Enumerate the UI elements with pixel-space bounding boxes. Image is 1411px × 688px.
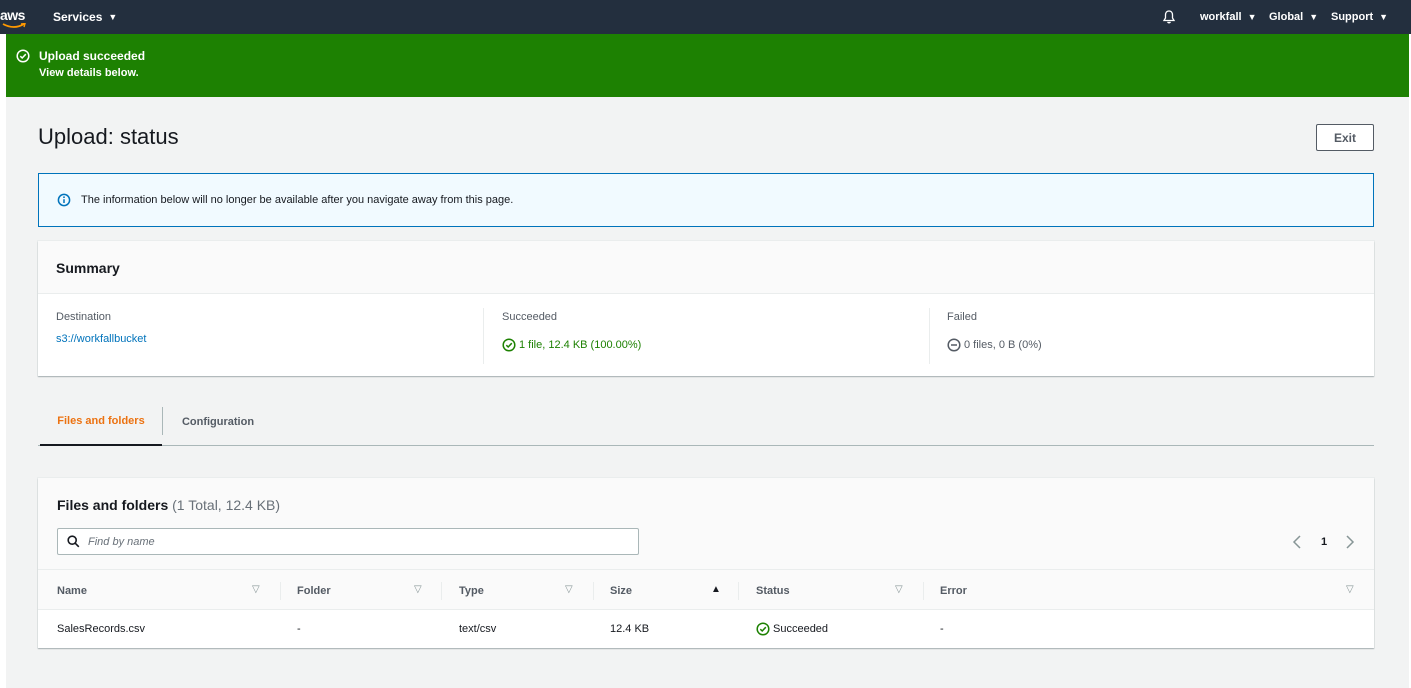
file-status-text: Succeeded [773, 623, 829, 635]
succeeded-label: Succeeded [502, 311, 558, 323]
column-header-folder[interactable]: Folder [297, 570, 331, 611]
column-header-type[interactable]: Type [459, 570, 484, 611]
chevron-left-icon [1292, 535, 1301, 549]
tab-divider [162, 407, 163, 435]
sort-icon[interactable]: ▽ [414, 584, 422, 595]
sort-icon[interactable]: ▽ [1346, 584, 1354, 595]
column-divider [280, 582, 281, 600]
support-menu[interactable]: Support ▼ [1331, 0, 1388, 34]
destination-link[interactable]: s3://workfallbucket [56, 333, 146, 345]
tab-configuration[interactable]: Configuration [164, 398, 272, 445]
account-menu[interactable]: workfall ▼ [1200, 0, 1257, 34]
column-divider [441, 582, 442, 600]
info-alert-text: The information below will no longer be … [81, 194, 514, 206]
caret-down-icon: ▼ [108, 12, 118, 22]
files-table-header: Files and folders (1 Total, 12.4 KB) 1 [38, 478, 1374, 569]
succeeded-value: 1 file, 12.4 KB (100.00%) [502, 338, 641, 352]
aws-logo[interactable]: aws [0, 4, 30, 30]
files-table-container: Files and folders (1 Total, 12.4 KB) 1 N… [38, 478, 1374, 648]
file-folder: - [297, 623, 301, 635]
services-label: Services [53, 10, 103, 24]
summary-title: Summary [56, 260, 120, 276]
tab-bar: Files and folders Configuration [38, 398, 1374, 446]
success-flashbar: Upload succeeded View details below. [6, 34, 1411, 97]
column-header-status[interactable]: Status [756, 570, 790, 611]
top-navigation-bar: aws Services ▼ workfall ▼ Global ▼ Suppo… [0, 0, 1411, 34]
flash-subtitle: View details below. [39, 67, 139, 79]
files-count: (1 Total, 12.4 KB) [172, 497, 281, 513]
page-title: Upload: status [38, 124, 179, 149]
aws-smile-icon [2, 23, 26, 28]
support-label: Support [1331, 11, 1374, 23]
sort-icon[interactable]: ▽ [895, 584, 903, 595]
file-name-link[interactable]: SalesRecords.csv [57, 610, 145, 648]
minus-circle-icon [947, 338, 961, 352]
column-divider [738, 582, 739, 600]
notifications-button[interactable] [1161, 0, 1177, 34]
services-menu[interactable]: Services ▼ [53, 0, 117, 34]
destination-label: Destination [56, 311, 112, 323]
summary-divider [483, 308, 484, 364]
next-page-button[interactable] [1342, 533, 1358, 551]
aws-logo-text: aws [0, 7, 25, 23]
files-title-text: Files and folders [57, 497, 169, 513]
summary-failed: Failed 0 files, 0 B (0%) [947, 294, 1367, 376]
column-header-size[interactable]: Size [610, 570, 632, 611]
search-icon [67, 535, 80, 548]
caret-down-icon: ▼ [1247, 12, 1257, 22]
chevron-right-icon [1346, 535, 1355, 549]
account-label: workfall [1200, 11, 1242, 23]
sort-icon[interactable]: ▽ [565, 584, 573, 595]
table-header-row: Name ▽ Folder ▽ Type ▽ Size ▲ Status ▽ E… [38, 569, 1374, 610]
exit-button[interactable]: Exit [1316, 124, 1374, 151]
flash-title: Upload succeeded [39, 49, 146, 63]
sort-icon[interactable]: ▽ [252, 584, 260, 595]
info-alert: The information below will no longer be … [38, 173, 1374, 227]
summary-container: Summary Destination s3://workfallbucket … [38, 241, 1374, 376]
caret-down-icon: ▼ [1379, 12, 1389, 22]
sort-ascending-icon[interactable]: ▲ [711, 584, 721, 595]
column-divider [593, 582, 594, 600]
column-header-name[interactable]: Name [57, 570, 87, 611]
column-divider [923, 582, 924, 600]
files-title: Files and folders (1 Total, 12.4 KB) [57, 497, 280, 513]
bell-icon [1162, 10, 1176, 24]
file-status: Succeeded [756, 610, 828, 648]
check-circle-icon [16, 49, 30, 63]
page-number-button[interactable]: 1 [1317, 533, 1331, 551]
search-field[interactable] [57, 528, 639, 555]
region-menu[interactable]: Global ▼ [1269, 0, 1318, 34]
succeeded-text: 1 file, 12.4 KB (100.00%) [519, 339, 642, 351]
failed-value: 0 files, 0 B (0%) [947, 338, 1042, 352]
tab-files-and-folders[interactable]: Files and folders [40, 398, 162, 446]
previous-page-button[interactable] [1289, 533, 1305, 551]
summary-header: Summary [38, 241, 1374, 294]
file-size: 12.4 KB [610, 623, 650, 635]
region-label: Global [1269, 11, 1304, 23]
summary-succeeded: Succeeded 1 file, 12.4 KB (100.00%) [502, 294, 922, 376]
check-circle-icon [502, 338, 516, 352]
info-icon [57, 193, 71, 207]
failed-label: Failed [947, 311, 977, 323]
table-row: SalesRecords.csv - text/csv 12.4 KB Succ… [38, 610, 1374, 648]
summary-destination: Destination s3://workfallbucket [56, 294, 476, 376]
file-error: - [940, 623, 944, 635]
search-input[interactable] [88, 530, 633, 553]
failed-text: 0 files, 0 B (0%) [964, 339, 1042, 351]
file-type: text/csv [459, 623, 497, 635]
check-circle-icon [756, 622, 770, 636]
column-header-error[interactable]: Error [940, 570, 967, 611]
summary-divider [929, 308, 930, 364]
caret-down-icon: ▼ [1309, 12, 1319, 22]
